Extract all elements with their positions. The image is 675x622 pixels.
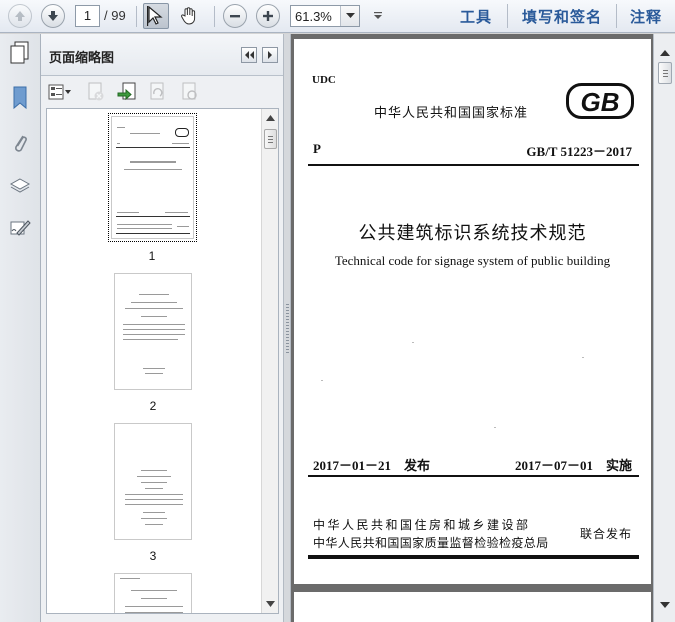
- arrow-up-icon: [15, 11, 25, 21]
- document-viewport[interactable]: UDC 中华人民共和国国家标准 GB P GB/T 51223－2017 公共建…: [291, 34, 653, 622]
- comment-link[interactable]: 注释: [630, 6, 662, 27]
- previous-page-button[interactable]: [8, 4, 32, 28]
- navigation-rail: [0, 34, 41, 622]
- cursor-arrow-icon: [147, 6, 163, 26]
- chevron-down-icon[interactable]: [340, 6, 359, 26]
- insert-page-icon: [117, 82, 136, 101]
- thumbnail-page-number: 1: [148, 249, 156, 263]
- panel-header: 页面缩略图: [41, 34, 283, 76]
- tools-link[interactable]: 工具: [460, 6, 492, 27]
- hand-tool-button[interactable]: [176, 3, 202, 29]
- footer-rule: [308, 475, 639, 477]
- signature-pen-icon: [10, 220, 31, 236]
- fill-sign-link[interactable]: 填写和签名: [522, 6, 602, 27]
- implementation-date: 2017－07－01 实施: [514, 458, 632, 473]
- gb-logo-icon: GB: [566, 83, 634, 119]
- panel-splitter[interactable]: [283, 34, 291, 622]
- zoom-out-button[interactable]: [223, 4, 247, 28]
- arrow-down-icon: [48, 11, 58, 21]
- plus-icon: [263, 11, 273, 21]
- page-thumbnail-1[interactable]: [108, 113, 197, 242]
- thumbnail-scrollbar[interactable]: [261, 109, 278, 613]
- panel-expand-button[interactable]: [262, 47, 278, 63]
- delete-page-button[interactable]: [85, 81, 107, 103]
- minus-icon: [230, 15, 240, 18]
- double-chevron-left-icon: [245, 51, 254, 59]
- delete-page-icon: [88, 82, 104, 101]
- page-thumbnail-3[interactable]: [114, 423, 192, 540]
- svg-text:GB: GB: [581, 87, 620, 117]
- header-rule: [308, 164, 639, 166]
- document-title-cn: 公共建筑标识系统技术规范: [358, 223, 587, 244]
- toolbar-divider: [507, 4, 508, 28]
- joint-issue-label: 联合发布: [579, 527, 632, 541]
- signatures-button[interactable]: [6, 214, 34, 242]
- rotate-page-icon: [150, 82, 164, 100]
- toolbar-options-button[interactable]: [371, 9, 385, 23]
- toolbar-divider: [214, 6, 215, 27]
- chevron-down-icon: [374, 12, 382, 19]
- toolbar-divider: [136, 6, 137, 27]
- page-total-label: / 99: [104, 8, 126, 23]
- document-page-2: [294, 592, 651, 622]
- panel-toolbar: [41, 77, 283, 107]
- panel-title: 页面缩略图: [49, 51, 115, 66]
- hand-icon: [181, 7, 196, 25]
- thumbnail-options-button[interactable]: [47, 81, 73, 103]
- thumbnail-panel: 页面缩略图 1 2 3: [41, 34, 283, 622]
- scroll-down-arrow-icon[interactable]: [658, 598, 672, 612]
- rotate-page-button[interactable]: [147, 81, 169, 103]
- zoom-level-select[interactable]: 61.3%: [290, 5, 360, 27]
- pages-icon: [10, 41, 29, 64]
- udc-label: UDC: [312, 74, 336, 86]
- document-title-en: Technical code for signage system of pub…: [334, 253, 611, 268]
- scroll-up-arrow-icon[interactable]: [265, 113, 275, 123]
- page-thumbnail-4[interactable]: [114, 573, 192, 613]
- page-number-input[interactable]: 1: [75, 5, 100, 27]
- scroll-down-arrow-icon[interactable]: [265, 599, 275, 609]
- document-scrollbar[interactable]: [653, 34, 675, 622]
- options-menu-icon: [48, 84, 71, 100]
- thumbnail-page-number: 2: [149, 399, 157, 413]
- standard-number: GB/T 51223－2017: [526, 144, 632, 159]
- zoom-level-value: 61.3%: [295, 9, 332, 24]
- page-settings-icon: [182, 82, 197, 100]
- gb-logo-icon: [175, 128, 189, 137]
- zoom-in-button[interactable]: [256, 4, 280, 28]
- page-properties-button[interactable]: [179, 81, 201, 103]
- insert-page-button[interactable]: [117, 81, 139, 103]
- bookmark-icon: [13, 86, 27, 110]
- issue-date: 2017－01－21 发布: [313, 458, 431, 473]
- bottom-thick-rule: [308, 555, 639, 559]
- page-thumbnail-2[interactable]: [114, 273, 192, 390]
- scrollbar-thumb[interactable]: [658, 62, 672, 84]
- scroll-up-arrow-icon[interactable]: [658, 46, 672, 60]
- page-thumbnails-button[interactable]: [6, 39, 34, 67]
- chevron-right-icon: [268, 51, 272, 59]
- standard-type: 中华人民共和国国家标准: [374, 106, 529, 121]
- bookmarks-button[interactable]: [6, 84, 34, 112]
- toolbar-divider: [616, 4, 617, 28]
- select-tool-button[interactable]: [143, 3, 169, 29]
- collapse-panel-button[interactable]: [241, 47, 257, 63]
- thumbnail-list[interactable]: 1 2 3: [46, 108, 279, 614]
- issuing-organization-1: 中华人民共和国住房和城乡建设部: [313, 518, 531, 532]
- thumbnail-page-number: 3: [149, 549, 157, 563]
- main-toolbar: 1 / 99 61.3% 工具 填写和签名 注释: [0, 0, 675, 33]
- classification-code: P: [313, 141, 321, 156]
- issuing-organization-2: 中华人民共和国国家质量监督检验检疫总局: [313, 536, 549, 550]
- document-page-1: UDC 中华人民共和国国家标准 GB P GB/T 51223－2017 公共建…: [294, 39, 651, 584]
- layers-button[interactable]: [6, 172, 34, 200]
- attachments-button[interactable]: [6, 129, 34, 157]
- scrollbar-thumb[interactable]: [264, 129, 277, 149]
- layers-icon: [9, 178, 31, 193]
- next-page-button[interactable]: [41, 4, 65, 28]
- paperclip-icon: [15, 135, 27, 152]
